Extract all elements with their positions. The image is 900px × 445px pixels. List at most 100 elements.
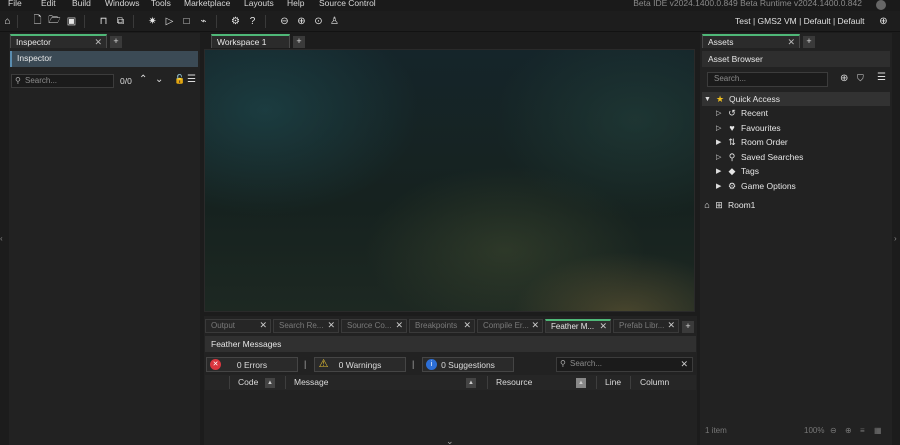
home-icon[interactable]: ⌂	[0, 14, 15, 29]
tree-item-tags[interactable]: ▶ ◆ Tags	[716, 164, 759, 178]
expand-arrow-icon[interactable]: ▼	[704, 96, 714, 103]
sort-icon[interactable]: ▲	[265, 378, 275, 388]
close-icon[interactable]: ✕	[787, 37, 795, 48]
column-column[interactable]: Column	[640, 377, 669, 387]
clean-icon[interactable]: ⌁	[196, 14, 211, 29]
tab-breakpoints[interactable]: Breakpoints ✕	[409, 319, 475, 333]
tree-item-game-options[interactable]: ▶ ⚙ Game Options	[716, 179, 796, 193]
asset-search[interactable]	[707, 72, 828, 87]
zoom-out-icon[interactable]: ⊖	[830, 426, 837, 435]
target-selector[interactable]: Test | GMS2 VM | Default | Default	[735, 16, 864, 26]
tree-item-room-order[interactable]: ▶ ⇅ Room Order	[716, 135, 788, 149]
feather-search[interactable]: ⚲ ✕	[556, 357, 693, 372]
menu-edit[interactable]: Edit	[41, 0, 56, 8]
column-code[interactable]: Code	[238, 377, 258, 387]
tab-output[interactable]: Output ✕	[205, 319, 271, 333]
account-avatar-icon[interactable]	[876, 0, 886, 10]
add-tab-icon[interactable]: +	[293, 36, 305, 48]
chevron-down-icon[interactable]: ⌄	[155, 74, 163, 85]
export-icon[interactable]: ⧉	[113, 14, 128, 29]
save-icon[interactable]: ▣	[64, 14, 79, 29]
menu-icon[interactable]: ☰	[877, 72, 886, 83]
tree-item-recent[interactable]: ▷ ↺ Recent	[716, 106, 768, 120]
close-icon[interactable]: ✕	[327, 320, 335, 331]
add-tab-icon[interactable]: +	[682, 321, 694, 333]
package-icon[interactable]: ⊓	[96, 14, 111, 29]
zoom-in-icon[interactable]: ⊕	[845, 426, 852, 435]
left-dock-arrow-icon[interactable]: ‹	[0, 234, 3, 243]
column-message[interactable]: Message	[294, 377, 329, 387]
close-icon[interactable]: ✕	[395, 320, 403, 331]
close-icon[interactable]: ✕	[667, 320, 675, 331]
tree-item-saved-searches[interactable]: ▷ ⚲ Saved Searches	[716, 150, 803, 164]
sort-icon[interactable]: ▲	[466, 378, 476, 388]
menu-windows[interactable]: Windows	[105, 0, 139, 8]
settings-icon[interactable]: ⚙	[228, 14, 243, 29]
target-icon[interactable]: ⊕	[876, 14, 891, 29]
chevron-up-icon[interactable]: ⌃	[139, 74, 147, 85]
help-icon[interactable]: ?	[245, 14, 260, 29]
close-icon[interactable]: ✕	[259, 320, 267, 331]
suggestions-filter-button[interactable]: i 0 Suggestions	[422, 357, 514, 372]
debug-icon[interactable]: ✷	[145, 14, 160, 29]
asset-search-input[interactable]	[714, 74, 810, 83]
open-icon[interactable]: 🗁	[47, 14, 62, 29]
new-icon[interactable]: 🗋	[30, 14, 45, 29]
close-icon[interactable]: ✕	[531, 320, 539, 331]
tab-feather-messages[interactable]: Feather M... ✕	[545, 319, 611, 333]
tab-workspace-1[interactable]: Workspace 1	[211, 34, 290, 48]
expand-down-icon[interactable]: ⌄	[446, 436, 454, 445]
tree-item-quick-access[interactable]: ▼ ★ Quick Access	[704, 92, 780, 106]
search-count: 0/0	[120, 76, 132, 86]
menu-icon[interactable]: ☰	[187, 74, 196, 85]
gamepad-icon[interactable]: ♙	[327, 14, 342, 29]
clear-icon[interactable]: ✕	[680, 359, 688, 370]
view-list-icon[interactable]: ≡	[860, 426, 865, 435]
inspector-search[interactable]: ⚲	[11, 74, 114, 88]
menu-marketplace[interactable]: Marketplace	[184, 0, 230, 8]
inspector-search-input[interactable]	[25, 76, 106, 85]
close-icon[interactable]: ✕	[94, 37, 102, 48]
workspace-canvas[interactable]	[204, 49, 695, 312]
errors-filter-button[interactable]: ✕ 0 Errors	[206, 357, 298, 372]
collapse-arrow-icon[interactable]: ▶	[716, 182, 726, 190]
zoom-in-icon[interactable]: ⊕	[294, 14, 309, 29]
view-grid-icon[interactable]: ▦	[874, 426, 882, 435]
sort-icon[interactable]: ▲	[576, 378, 586, 388]
add-tab-icon[interactable]: +	[803, 36, 815, 48]
tab-source-control[interactable]: Source Co... ✕	[341, 319, 407, 333]
add-tab-icon[interactable]: +	[110, 36, 122, 48]
feather-search-input[interactable]	[570, 359, 678, 368]
menu-source-control[interactable]: Source Control	[319, 0, 376, 8]
play-icon[interactable]: ▷	[162, 14, 177, 29]
zoom-out-icon[interactable]: ⊖	[277, 14, 292, 29]
filter-icon[interactable]: ⛉	[857, 73, 864, 84]
close-icon[interactable]: ✕	[463, 320, 471, 331]
collapse-arrow-icon[interactable]: ▷	[716, 153, 726, 161]
right-dock-arrow-icon[interactable]: ›	[894, 234, 897, 243]
menu-file[interactable]: File	[8, 0, 22, 8]
tree-item-favourites[interactable]: ▷ ♥ Favourites	[716, 121, 781, 135]
tree-item-room1[interactable]: ⌂ ⊞ Room1	[702, 198, 755, 212]
tab-inspector[interactable]: Inspector ✕	[10, 34, 107, 48]
zoom-reset-icon[interactable]: ⊙	[311, 14, 326, 29]
tab-search-results[interactable]: Search Re... ✕	[273, 319, 339, 333]
column-resource[interactable]: Resource	[496, 377, 532, 387]
collapse-arrow-icon[interactable]: ▷	[716, 109, 726, 117]
close-icon[interactable]: ✕	[599, 321, 607, 332]
lock-icon[interactable]: 🔓	[174, 74, 185, 85]
warnings-filter-button[interactable]: ⚠ 0 Warnings	[314, 357, 406, 372]
collapse-arrow-icon[interactable]: ▶	[716, 138, 726, 146]
add-asset-icon[interactable]: ⊕	[840, 73, 848, 84]
stop-icon[interactable]: □	[179, 14, 194, 29]
collapse-arrow-icon[interactable]: ▶	[716, 167, 726, 175]
tab-prefab-library[interactable]: Prefab Libr... ✕	[613, 319, 679, 333]
menu-layouts[interactable]: Layouts	[244, 0, 274, 8]
tab-compile-errors[interactable]: Compile Er... ✕	[477, 319, 543, 333]
collapse-arrow-icon[interactable]: ▷	[716, 124, 726, 132]
tab-assets[interactable]: Assets ✕	[702, 34, 800, 48]
menu-build[interactable]: Build	[72, 0, 91, 8]
column-line[interactable]: Line	[605, 377, 621, 387]
menu-help[interactable]: Help	[287, 0, 304, 8]
menu-tools[interactable]: Tools	[151, 0, 171, 8]
